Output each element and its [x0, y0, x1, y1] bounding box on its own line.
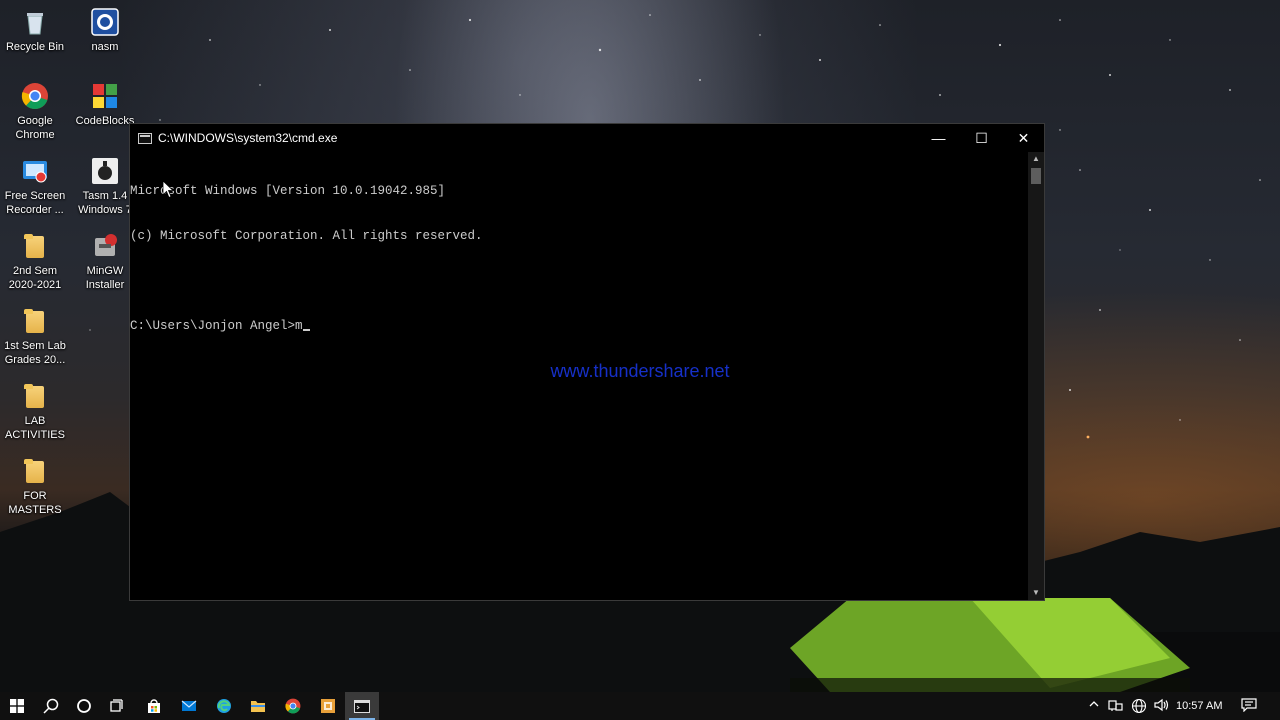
taskbar-chrome[interactable] [276, 692, 310, 720]
task-view-icon [110, 699, 123, 712]
nasm-icon [91, 8, 119, 36]
codeblocks-icon [93, 84, 117, 108]
folder-icon [24, 384, 46, 410]
task-view-button[interactable] [100, 692, 134, 720]
cortana-button[interactable] [67, 692, 101, 720]
desktop-icon-free-screen-recorder[interactable]: Free Screen Recorder ... [0, 157, 70, 217]
desktop-icon-label: Recorder ... [6, 204, 64, 216]
taskbar-codeblocks[interactable] [311, 692, 345, 720]
desktop-icon-label: FOR [23, 490, 47, 502]
taskbar: 10:57 AM [0, 692, 1280, 720]
watermark-text: www.thundershare.net [550, 361, 730, 381]
console-prompt-line: C:\Users\Jonjon Angel>m [130, 319, 1030, 334]
start-icon [10, 699, 24, 713]
desktop-icon-label: LAB [24, 415, 46, 427]
desktop-icon-label: Free Screen [4, 190, 66, 202]
mingw-icon [95, 234, 117, 256]
network-icon[interactable] [1108, 698, 1124, 714]
desktop-icon-google-chrome[interactable]: Google Chrome [0, 82, 70, 142]
chrome-icon [285, 698, 301, 714]
screen-recorder-icon [23, 161, 47, 183]
folder-icon [24, 234, 46, 260]
desktop-icon-for-masters[interactable]: FOR MASTERS [0, 459, 70, 517]
tray-chevron-up-icon[interactable] [1086, 698, 1102, 714]
cmd-icon [354, 699, 370, 713]
codeblocks-icon [321, 699, 335, 713]
desktop-icon-label: Google [17, 115, 53, 127]
scrollbar-thumb[interactable] [1031, 168, 1041, 184]
desktop-icon-2nd-sem[interactable]: 2nd Sem 2020-2021 [0, 234, 70, 292]
desktop-icon-label: 2nd Sem [12, 265, 58, 277]
taskbar-cmd[interactable] [345, 692, 379, 720]
mouse-pointer-icon [163, 181, 175, 199]
cmd-app-icon[interactable] [138, 132, 152, 144]
cortana-icon [77, 699, 91, 713]
minimize-icon: — [931, 130, 946, 146]
console-line: (c) Microsoft Corporation. All rights re… [130, 229, 483, 243]
mail-icon [181, 700, 197, 711]
taskbar-file-explorer[interactable] [241, 692, 275, 720]
action-center-icon[interactable] [1241, 698, 1257, 714]
console-line: Microsoft Windows [Version 10.0.19042.98… [130, 184, 446, 198]
tasm-icon [92, 158, 118, 184]
start-button[interactable] [0, 692, 34, 720]
cmd-titlebar[interactable]: C:\WINDOWS\system32\cmd.exe — ☐ ✕ [130, 124, 1044, 152]
taskbar-store[interactable] [137, 692, 171, 720]
minimize-button[interactable]: — [917, 124, 960, 152]
desktop-icon-label: ACTIVITIES [5, 429, 65, 441]
desktop-icon-label: Chrome [15, 129, 55, 141]
search-icon [43, 698, 59, 714]
volume-icon[interactable] [1153, 698, 1169, 714]
folder-icon [24, 459, 46, 485]
chrome-icon [21, 83, 48, 110]
close-icon: ✕ [1017, 129, 1030, 146]
scroll-up-arrow-icon[interactable]: ▲ [1028, 152, 1044, 166]
maximize-button[interactable]: ☐ [960, 124, 1003, 152]
tent-glow [790, 598, 1190, 692]
close-button[interactable]: ✕ [1002, 124, 1045, 152]
text-cursor [302, 329, 310, 331]
store-icon [148, 699, 160, 713]
scroll-down-arrow-icon[interactable]: ▼ [1028, 586, 1044, 600]
desktop-icon-recycle-bin[interactable]: Recycle Bin [0, 8, 70, 54]
cmd-window-title: C:\WINDOWS\system32\cmd.exe [158, 131, 338, 145]
desktop-icon-nasm[interactable]: nasm [70, 8, 140, 54]
taskbar-edge[interactable] [207, 692, 241, 720]
language-globe-icon[interactable] [1131, 698, 1147, 714]
taskbar-clock[interactable]: 10:57 AM [1176, 692, 1222, 720]
desktop-icon-label: nasm [91, 41, 119, 53]
desktop-icon-label: Recycle Bin [5, 41, 65, 53]
desktop-icon-1st-sem-lab-grades[interactable]: 1st Sem Lab Grades 20... [0, 309, 70, 367]
desktop-icon-lab-activities[interactable]: LAB ACTIVITIES [0, 384, 70, 442]
console-prompt: C:\Users\Jonjon Angel>m [130, 319, 303, 333]
recycle-bin-icon [27, 13, 43, 35]
maximize-icon: ☐ [975, 129, 988, 146]
desktop-icon-label: MASTERS [8, 504, 62, 516]
file-explorer-icon [251, 701, 265, 712]
search-button[interactable] [34, 692, 68, 720]
desktop-icon-label: 1st Sem Lab [4, 340, 66, 352]
desktop-icon-label: 2020-2021 [8, 279, 62, 291]
edge-icon [217, 699, 231, 713]
taskbar-mail[interactable] [172, 692, 206, 720]
desktop-icon-codeblocks[interactable]: CodeBlocks [70, 82, 140, 128]
folder-icon [24, 309, 46, 335]
